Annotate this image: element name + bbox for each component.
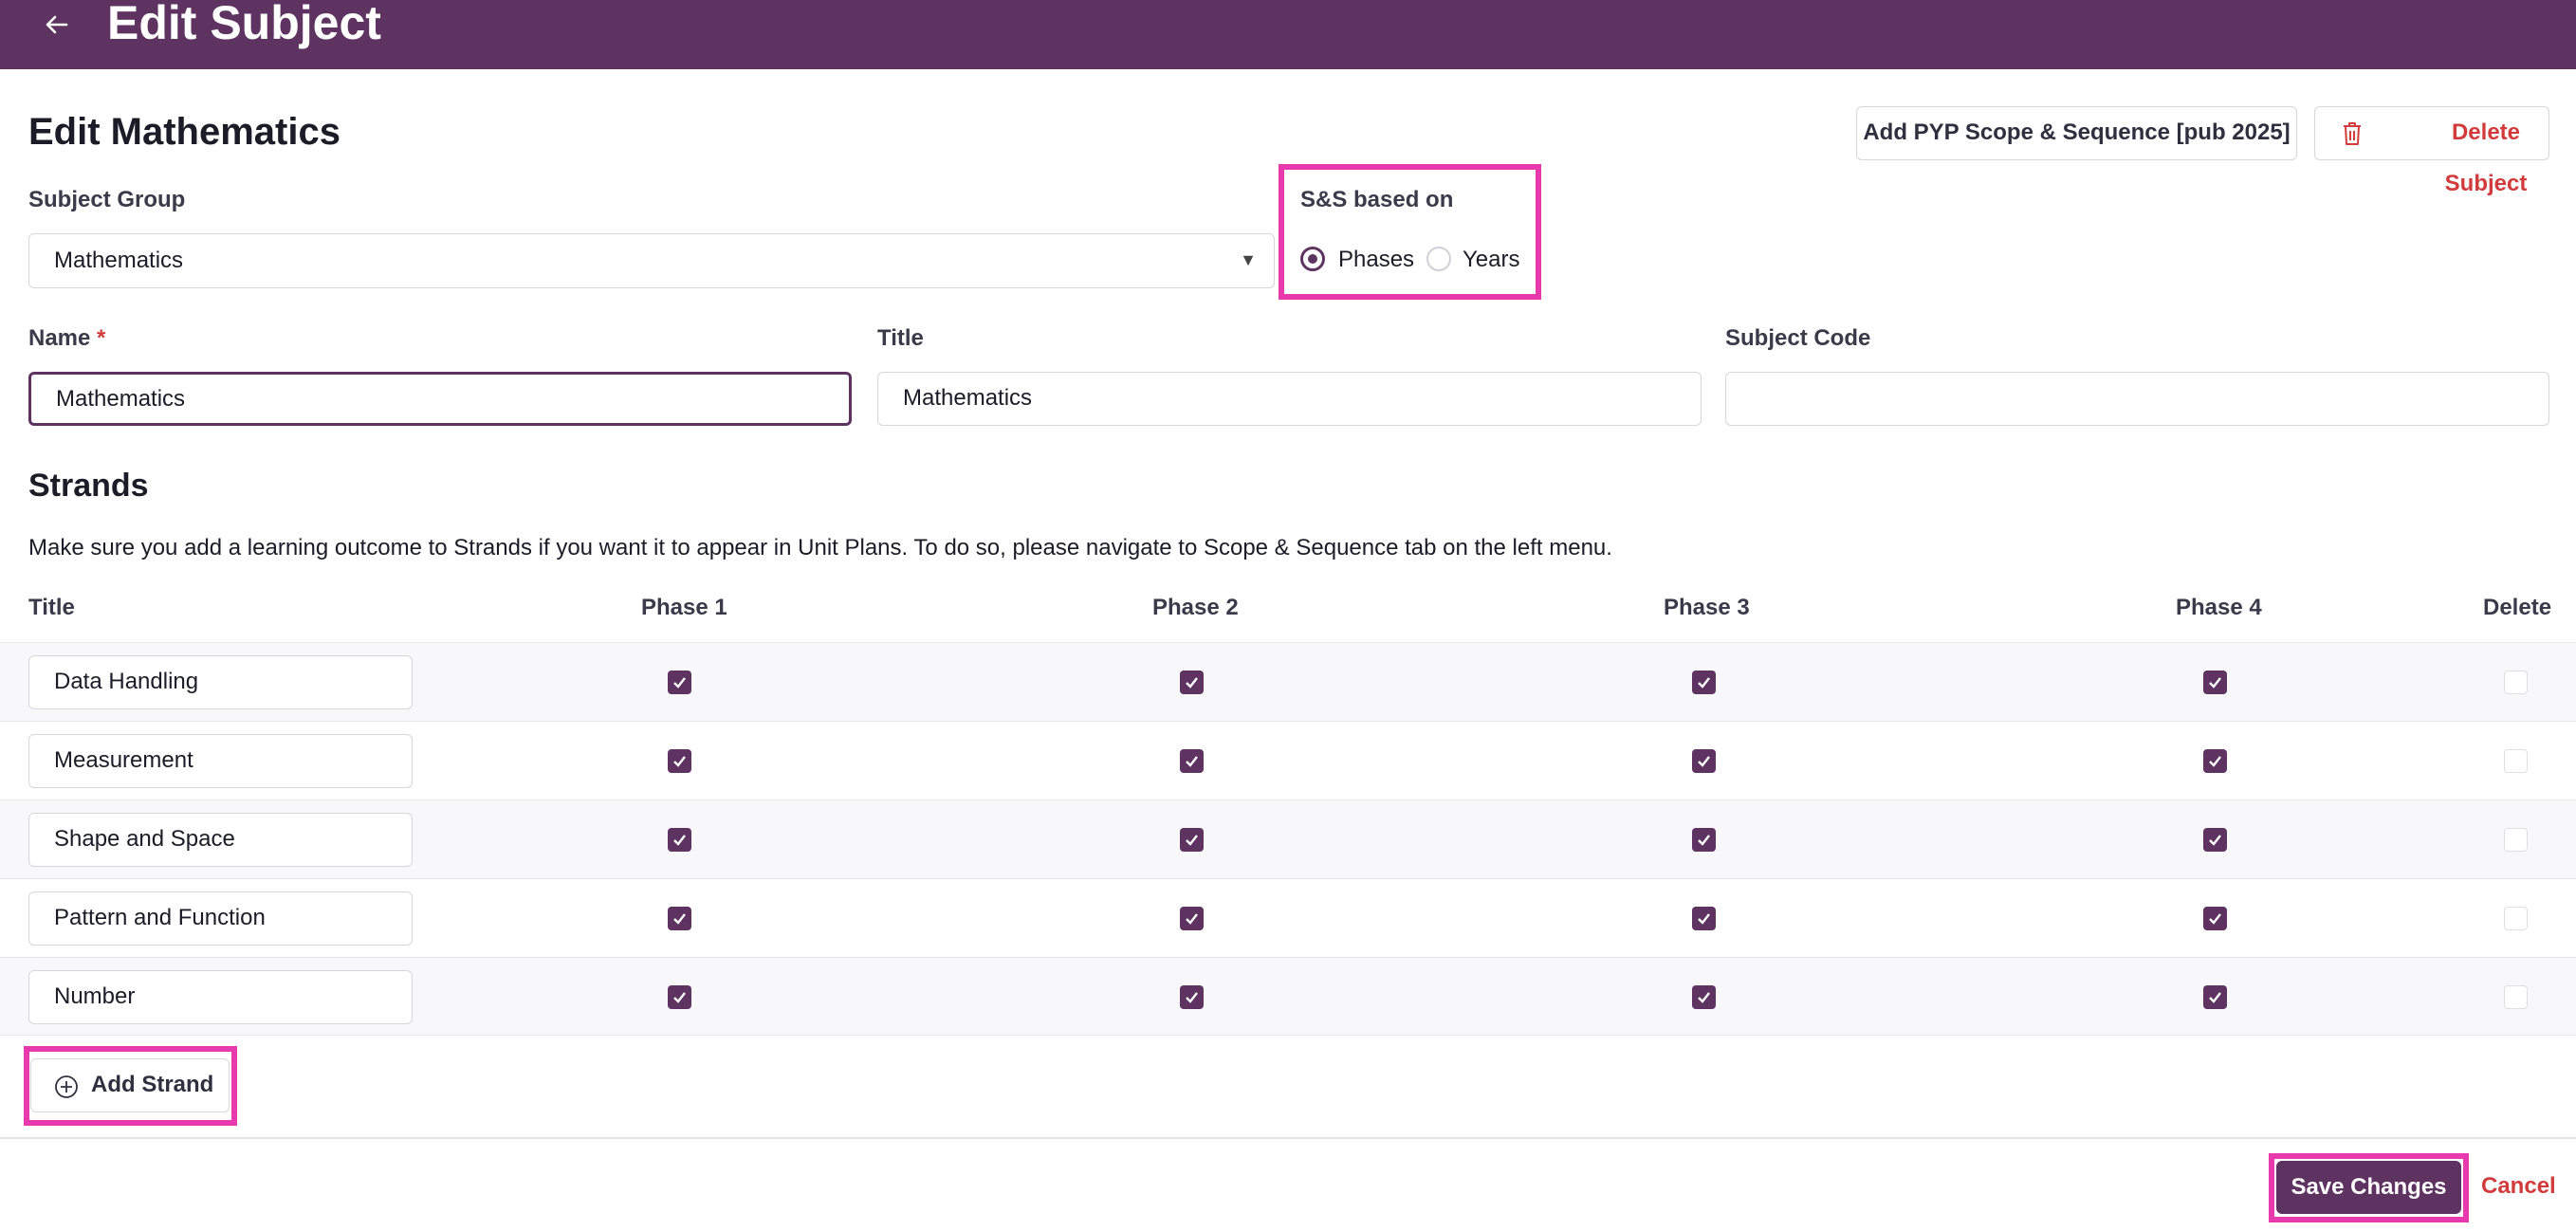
strand-title-input[interactable]: Pattern and Function [28, 891, 413, 946]
phase-1-checkbox[interactable] [668, 671, 691, 694]
delete-checkbox[interactable] [2504, 907, 2528, 930]
phase-2-checkbox[interactable] [1180, 985, 1204, 1009]
delete-subject-label: Delete Subject [2444, 119, 2528, 196]
column-delete: Delete [2483, 595, 2552, 620]
phase-1-checkbox[interactable] [668, 749, 691, 773]
title-label: Title [877, 325, 924, 351]
check-icon [2209, 677, 2221, 689]
check-icon [673, 835, 686, 846]
table-row: Shape and Space [0, 799, 2576, 878]
page-title: Edit Mathematics [28, 111, 340, 153]
top-bar: Edit Subject [0, 0, 2576, 69]
table-row: Measurement [0, 721, 2576, 799]
add-strand-label: Add Strand [91, 1072, 214, 1097]
name-input[interactable]: Mathematics [28, 372, 852, 426]
check-icon [1698, 756, 1710, 767]
back-button[interactable] [38, 6, 76, 44]
check-icon [1186, 835, 1198, 846]
delete-checkbox[interactable] [2504, 671, 2528, 694]
delete-subject-button[interactable]: Delete Subject [2314, 106, 2549, 196]
phase-1-checkbox[interactable] [668, 828, 691, 852]
trash-icon [2344, 122, 2361, 145]
radio-phases[interactable] [1300, 247, 1325, 271]
phase-2-checkbox[interactable] [1180, 828, 1204, 852]
phase-4-checkbox[interactable] [2203, 671, 2227, 694]
strand-title-input[interactable]: Measurement [28, 734, 413, 788]
check-icon [673, 677, 686, 689]
add-pyp-scope-button[interactable]: Add PYP Scope & Sequence [pub 2025] [1856, 106, 2297, 160]
column-phase-3: Phase 3 [1664, 595, 1750, 620]
subject-code-input[interactable] [1725, 372, 2549, 426]
check-icon [1698, 913, 1710, 925]
subject-group-select[interactable]: Mathematics ▼ [28, 233, 1275, 288]
title-input[interactable]: Mathematics [877, 372, 1702, 426]
column-title: Title [28, 595, 75, 620]
phase-2-checkbox[interactable] [1180, 671, 1204, 694]
cancel-button[interactable]: Cancel [2481, 1172, 2556, 1201]
column-phase-2: Phase 2 [1152, 595, 1239, 620]
app-title: Edit Subject [107, 0, 381, 49]
phase-2-checkbox[interactable] [1180, 907, 1204, 930]
check-icon [2209, 913, 2221, 925]
radio-years-label[interactable]: Years [1463, 243, 1520, 277]
name-label: Name * [28, 325, 106, 351]
add-strand-button[interactable]: Add Strand [30, 1058, 230, 1112]
check-icon [1698, 835, 1710, 846]
check-icon [1698, 677, 1710, 689]
save-changes-button[interactable]: Save Changes [2276, 1161, 2461, 1214]
column-phase-4: Phase 4 [2176, 595, 2262, 620]
check-icon [2209, 835, 2221, 846]
phase-4-checkbox[interactable] [2203, 985, 2227, 1009]
phase-2-checkbox[interactable] [1180, 749, 1204, 773]
check-icon [1186, 756, 1198, 767]
phase-4-checkbox[interactable] [2203, 749, 2227, 773]
radio-phases-label[interactable]: Phases [1338, 243, 1414, 277]
column-phase-1: Phase 1 [641, 595, 727, 620]
check-icon [673, 913, 686, 925]
plus-circle-icon [55, 1075, 78, 1098]
check-icon [1186, 913, 1198, 925]
table-row: Data Handling [0, 642, 2576, 721]
phase-1-checkbox[interactable] [668, 985, 691, 1009]
arrow-left-icon [46, 15, 68, 34]
delete-checkbox[interactable] [2504, 749, 2528, 773]
check-icon [1186, 992, 1198, 1003]
check-icon [1186, 677, 1198, 689]
footer-divider [0, 1137, 2576, 1139]
check-icon [673, 756, 686, 767]
strand-title-input[interactable]: Data Handling [28, 655, 413, 709]
table-row: Pattern and Function [0, 878, 2576, 957]
subject-group-label: Subject Group [28, 187, 186, 212]
strand-title-input[interactable]: Number [28, 970, 413, 1024]
subject-group-value: Mathematics [54, 248, 184, 273]
highlight-ss-based-on [1279, 164, 1541, 300]
strand-title-input[interactable]: Shape and Space [28, 813, 413, 867]
delete-checkbox[interactable] [2504, 828, 2528, 852]
ss-based-on-label: S&S based on [1300, 187, 1454, 212]
phase-3-checkbox[interactable] [1692, 671, 1716, 694]
phase-4-checkbox[interactable] [2203, 907, 2227, 930]
phase-3-checkbox[interactable] [1692, 907, 1716, 930]
phase-3-checkbox[interactable] [1692, 749, 1716, 773]
check-icon [673, 992, 686, 1003]
delete-checkbox[interactable] [2504, 985, 2528, 1009]
phase-3-checkbox[interactable] [1692, 985, 1716, 1009]
radio-years[interactable] [1426, 247, 1451, 271]
phase-1-checkbox[interactable] [668, 907, 691, 930]
table-row: Number [0, 957, 2576, 1036]
phase-3-checkbox[interactable] [1692, 828, 1716, 852]
check-icon [2209, 992, 2221, 1003]
check-icon [2209, 756, 2221, 767]
strands-heading: Strands [28, 468, 149, 504]
check-icon [1698, 992, 1710, 1003]
required-mark: * [97, 325, 106, 351]
subject-code-label: Subject Code [1725, 325, 1871, 351]
strands-help-text: Make sure you add a learning outcome to … [28, 535, 1612, 560]
caret-down-icon: ▼ [1240, 250, 1257, 269]
phase-4-checkbox[interactable] [2203, 828, 2227, 852]
